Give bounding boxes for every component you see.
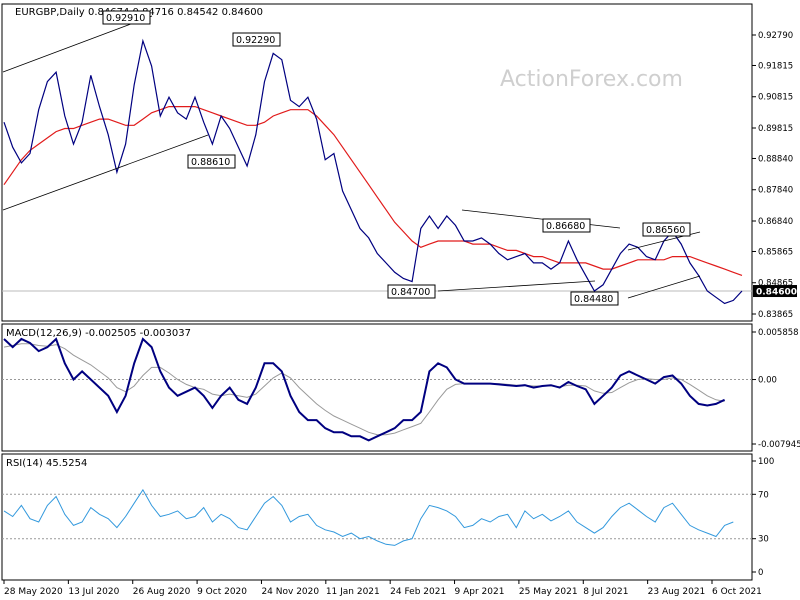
annotation-label: 0.88610 [191,157,230,168]
rsi-panel-frame [1,453,753,581]
eurgbp-chart: ActionForex.com EURGBP,Daily 0.84674 0.8… [1,3,800,597]
tick-label: 0.89815 [758,124,793,134]
date-label: 8 Jul 2021 [583,587,628,597]
macd-panel: MACD(12,26,9) -0.002505 -0.003037 0.0058… [1,323,800,452]
tick-label: 0 [758,568,763,578]
date-label: 6 Oct 2021 [712,587,762,597]
macd-panel-frame [1,323,753,452]
annotation-label: 0.86560 [646,225,685,236]
tick-label: 0.85865 [758,247,793,257]
annotation-label: 0.92910 [106,13,145,24]
rsi-panel: RSI(14) 45.5254 100 70 30 0 [1,453,774,581]
tick-label: 0.88840 [758,154,793,164]
tick-label: 100 [758,457,774,467]
symbol-label: EURGBP,Daily [15,7,85,18]
tick-label: 0.92790 [758,31,793,41]
rsi-title: RSI(14) 45.5254 [6,458,87,469]
date-label: 11 Jan 2021 [326,587,380,597]
macd-axis: 0.005858 0.00 -0.007945 [752,328,800,450]
date-label: 23 Aug 2021 [648,587,706,597]
tick-label: 30 [758,535,769,545]
annotation-label: 0.92290 [236,35,275,46]
macd-title: MACD(12,26,9) -0.002505 -0.003037 [6,328,191,339]
date-label: 28 May 2020 [4,587,63,597]
tick-label: 0.00 [758,376,777,386]
date-label: 9 Apr 2021 [455,587,505,597]
tick-label: 70 [758,490,769,500]
tick-label: -0.007945 [758,440,800,450]
tick-label: 0.91815 [758,61,793,71]
date-label: 24 Feb 2021 [390,587,446,597]
tick-label: 0.83865 [758,310,793,320]
tick-label: 0.87840 [758,186,793,196]
last-price-label: 0.84600 [756,288,797,298]
annotation-label: 0.84700 [391,287,430,298]
price-panel: ActionForex.com EURGBP,Daily 0.84674 0.8… [1,3,797,365]
annotation-label: 0.86680 [546,221,585,232]
tick-label: 0.86840 [758,217,793,227]
date-label: 26 Aug 2020 [133,587,191,597]
price-axis: 0.92790 0.91815 0.90815 0.89815 0.88840 0.878… [752,31,793,320]
tick-label: 0.005858 [758,328,799,338]
date-label: 24 Nov 2020 [261,587,319,597]
tick-label: 0.90815 [758,93,793,103]
annotation-label: 0.84480 [574,294,613,305]
date-axis: 28 May 2020 13 Jul 2020 26 Aug 2020 9 Oct 2… [3,580,762,597]
date-label: 25 May 2021 [519,587,578,597]
date-label: 13 Jul 2020 [68,587,119,597]
watermark: ActionForex.com [500,67,683,92]
date-label: 9 Oct 2020 [197,587,247,597]
rsi-axis: 100 70 30 0 [752,457,774,578]
